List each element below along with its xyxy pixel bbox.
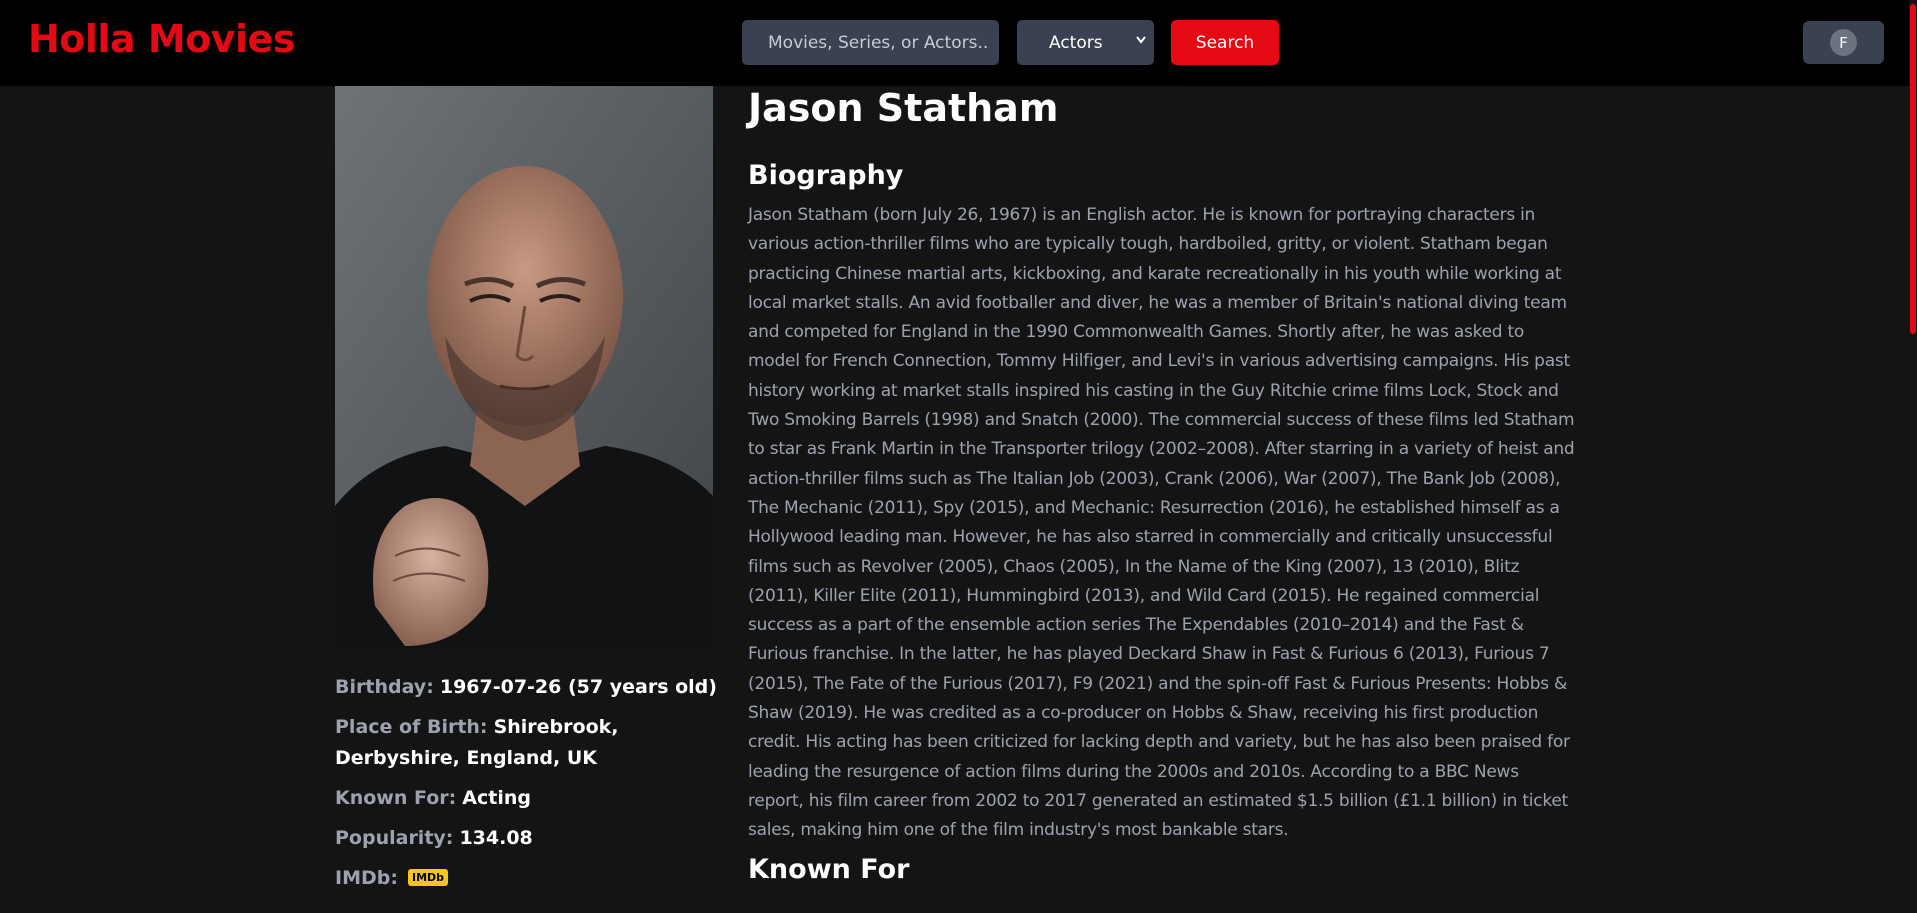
search-button[interactable]: Search: [1171, 20, 1279, 65]
biography-text: Jason Statham (born July 26, 1967) is an…: [748, 205, 1575, 841]
actor-details: Birthday: 1967-07-26 (57 years old) Plac…: [335, 672, 720, 903]
chevron-down-icon: [1136, 33, 1146, 51]
site-logo[interactable]: Holla Movies: [28, 17, 295, 61]
imdb-label: IMDb:: [335, 867, 398, 889]
known-for-heading: Known For: [748, 854, 910, 885]
popularity-value: 134.08: [459, 827, 533, 849]
birthplace-row: Place of Birth: Shirebrook, Derbyshire, …: [335, 712, 720, 774]
search-type-select[interactable]: Actors: [1017, 20, 1154, 65]
popularity-row: Popularity: 134.08: [335, 823, 720, 854]
search-type-value: Actors: [1049, 32, 1103, 53]
popularity-label: Popularity:: [335, 827, 454, 849]
birthday-row: Birthday: 1967-07-26 (57 years old): [335, 672, 720, 703]
avatar: F: [1830, 29, 1857, 56]
scrollbar-thumb[interactable]: [1910, 4, 1916, 334]
known-for-value: Acting: [462, 787, 531, 809]
search-input[interactable]: [742, 20, 999, 65]
known-for-row: Known For: Acting: [335, 783, 720, 814]
birthday-value: 1967-07-26 (57 years old): [439, 676, 717, 698]
birthday-label: Birthday:: [335, 676, 434, 698]
birthplace-label: Place of Birth:: [335, 716, 488, 738]
known-for-label: Known For:: [335, 787, 457, 809]
profile-menu-button[interactable]: F: [1803, 21, 1884, 64]
biography-heading: Biography: [748, 160, 904, 191]
imdb-row: IMDb: IMDb: [335, 863, 720, 894]
imdb-link-badge[interactable]: IMDb: [408, 869, 449, 886]
actor-name: Jason Statham: [748, 86, 1059, 130]
page-scrollbar[interactable]: [1909, 0, 1917, 913]
top-navbar: Holla Movies Actors Search F: [0, 0, 1917, 86]
actor-photo: [335, 86, 713, 650]
